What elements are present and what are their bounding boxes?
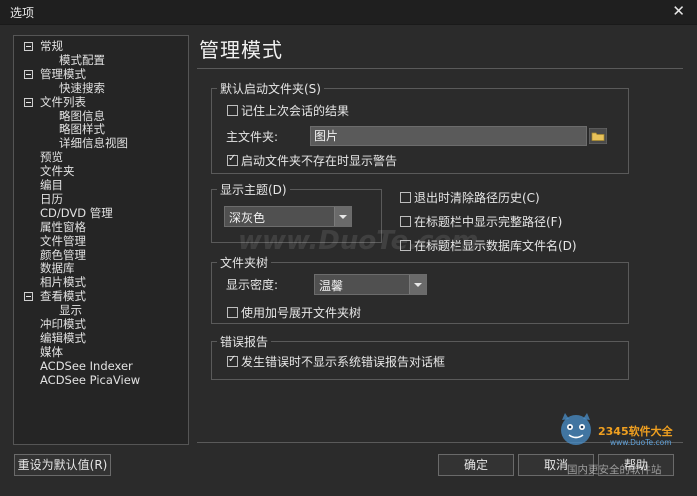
- startup-folder-group-title: 默认启动文件夹(S): [217, 80, 324, 97]
- density-select-value: 温馨: [319, 279, 344, 293]
- brand-sub-watermark: 国内更安全的软件站: [567, 464, 662, 476]
- mascot-logo-icon: [561, 413, 591, 445]
- chevron-down-icon[interactable]: [409, 275, 426, 294]
- density-select[interactable]: 温馨: [314, 274, 427, 295]
- theme-select-value: 深灰色: [229, 211, 266, 225]
- tree-item[interactable]: CD/DVD 管理: [40, 206, 113, 220]
- folder-tree-group-title: 文件夹树: [217, 254, 272, 271]
- tree-item[interactable]: 冲印模式: [40, 318, 86, 331]
- tree-item[interactable]: 略图信息: [59, 109, 105, 123]
- home-folder-input[interactable]: 图片: [310, 126, 587, 146]
- collapse-icon[interactable]: [24, 97, 33, 107]
- home-folder-label: 主文件夹:: [226, 130, 279, 144]
- collapse-icon[interactable]: [24, 292, 33, 302]
- collapse-icon[interactable]: [24, 69, 33, 79]
- theme-group-title: 显示主题(D): [217, 181, 290, 198]
- tree-item[interactable]: 文件管理: [40, 234, 86, 248]
- error-report-group-title: 错误报告: [217, 333, 272, 350]
- remember-session-checkbox[interactable]: [227, 105, 238, 116]
- tree-item[interactable]: 预览: [40, 151, 63, 164]
- plus-expand-label: 使用加号展开文件夹树: [241, 306, 362, 320]
- tree-item[interactable]: ACDSee PicaView: [40, 373, 140, 387]
- tree-item[interactable]: 查看模式: [40, 290, 86, 303]
- brand-url-watermark: www.DuoTe.com: [610, 438, 672, 447]
- suppress-error-checkbox[interactable]: [227, 354, 238, 367]
- tree-item[interactable]: 显示: [59, 304, 82, 317]
- tree-item[interactable]: 日历: [40, 192, 63, 206]
- remember-session-label: 记住上次会话的结果: [241, 104, 350, 118]
- ok-button[interactable]: 确定: [438, 454, 514, 476]
- tree-item[interactable]: 模式配置: [59, 53, 105, 67]
- tree-item[interactable]: 快速搜索: [59, 81, 105, 95]
- tree-item[interactable]: 管理模式: [40, 67, 86, 81]
- tree-item[interactable]: 常规: [40, 40, 63, 53]
- missing-folder-warning-checkbox[interactable]: [227, 153, 238, 166]
- tree-item[interactable]: ACDSee Indexer: [40, 359, 133, 373]
- reset-defaults-button[interactable]: 重设为默认值(R): [14, 454, 111, 476]
- tree-item[interactable]: 颜色管理: [40, 248, 86, 262]
- clear-history-checkbox[interactable]: [400, 192, 411, 203]
- plus-expand-checkbox[interactable]: [227, 307, 238, 318]
- options-tree[interactable]: 常规 模式配置 管理模式 快速搜索 文件列表 略图信息 略图样式 详细信息视图 预览 文件夹 编目日…: [13, 35, 189, 445]
- chevron-down-icon[interactable]: [334, 207, 351, 226]
- close-icon[interactable]: ✕: [672, 2, 685, 20]
- tree-item[interactable]: 编目: [40, 179, 63, 192]
- tree-item[interactable]: 略图样式: [59, 123, 105, 136]
- duote-watermark: www.DuoTe.com: [238, 226, 479, 256]
- tree-item[interactable]: 相片模式: [40, 276, 86, 289]
- tree-item[interactable]: 属性窗格: [40, 220, 86, 234]
- tree-item[interactable]: 媒体: [40, 345, 63, 359]
- theme-select[interactable]: 深灰色: [224, 206, 352, 227]
- collapse-icon[interactable]: [24, 42, 33, 51]
- title-bar: [0, 0, 697, 25]
- tree-item[interactable]: 编辑模式: [40, 331, 86, 345]
- missing-folder-warning-label: 启动文件夹不存在时显示警告: [241, 154, 398, 168]
- heading-divider: [197, 68, 683, 69]
- tree-item[interactable]: 数据库: [40, 262, 75, 275]
- suppress-error-label: 发生错误时不显示系统错误报告对话框: [241, 355, 446, 369]
- clear-history-label: 退出时清除路径历史(C): [414, 191, 540, 205]
- tree-item[interactable]: 文件列表: [40, 95, 86, 109]
- window-title: 选项: [10, 6, 35, 20]
- tree-item[interactable]: 详细信息视图: [59, 137, 128, 150]
- tree-item[interactable]: 文件夹: [40, 165, 75, 178]
- browse-folder-icon[interactable]: [589, 128, 607, 144]
- brand-watermark: 2345软件大全: [598, 425, 673, 438]
- page-title: 管理模式: [199, 38, 283, 62]
- density-label: 显示密度:: [226, 278, 279, 292]
